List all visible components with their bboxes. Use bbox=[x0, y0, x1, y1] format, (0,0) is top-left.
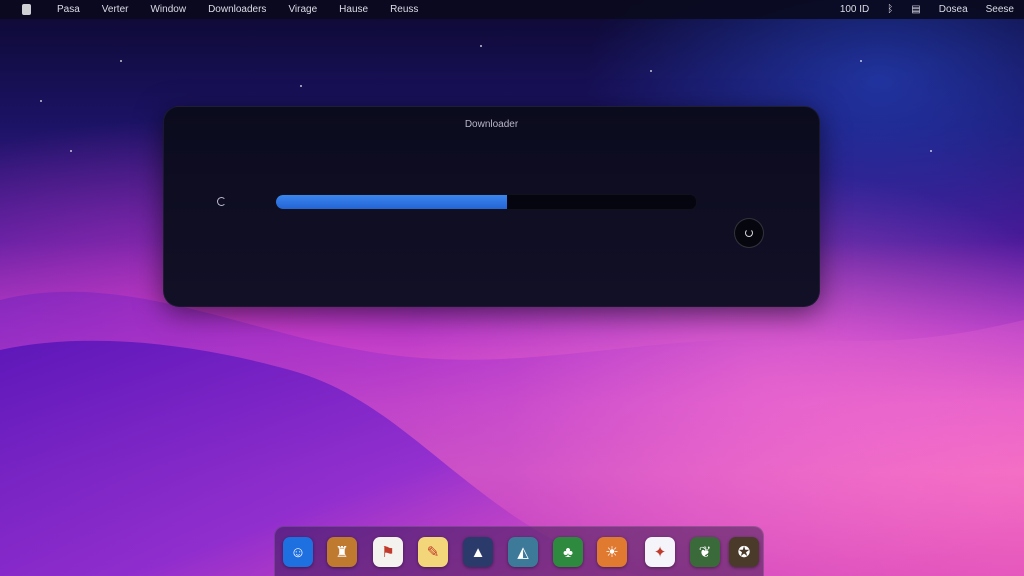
star bbox=[300, 85, 302, 87]
menu-item-hause[interactable]: Hause bbox=[339, 4, 368, 15]
menu-item-downloaders[interactable]: Downloaders bbox=[208, 4, 266, 15]
menu-item-verter[interactable]: Verter bbox=[102, 4, 129, 15]
stop-icon bbox=[745, 229, 753, 237]
status-area: 100 ID ᛒ ▤ Dosea Seese bbox=[840, 4, 1014, 15]
pencil-icon-glyph: ✎ bbox=[426, 544, 440, 561]
game-icon[interactable]: ♜ bbox=[327, 537, 357, 567]
download-progress-bar bbox=[275, 194, 697, 210]
pencil-icon[interactable]: ✎ bbox=[418, 537, 448, 567]
bluetooth-icon[interactable]: ᛒ bbox=[887, 4, 893, 15]
star bbox=[40, 100, 42, 102]
star bbox=[860, 60, 862, 62]
garden-icon-glyph: ♣ bbox=[563, 543, 573, 561]
photo-icon[interactable]: ▲ bbox=[463, 537, 493, 567]
dock: ☺ ♜ ⚑ ✎ ▲ ◭ ♣ ☀ ✦ ❦ ✪ bbox=[274, 526, 764, 576]
battery-status[interactable]: 100 ID bbox=[840, 4, 869, 15]
dragon-icon-glyph: ❦ bbox=[698, 544, 712, 561]
status-item-dosea[interactable]: Dosea bbox=[939, 4, 968, 15]
document-icon-glyph: ⚑ bbox=[381, 544, 395, 561]
star bbox=[70, 150, 72, 152]
finder-icon-glyph: ☺ bbox=[290, 543, 306, 561]
progress-fill bbox=[276, 195, 507, 209]
apple-icon[interactable] bbox=[22, 4, 31, 15]
menu-item-pasa[interactable]: Pasa bbox=[57, 4, 80, 15]
star bbox=[480, 45, 482, 47]
shield-icon-glyph: ✪ bbox=[737, 544, 751, 561]
bird-icon[interactable]: ✦ bbox=[645, 537, 675, 567]
menu-bar: Pasa Verter Window Downloaders Virage Ha… bbox=[0, 0, 1024, 19]
game-icon-glyph: ♜ bbox=[335, 544, 349, 561]
garden-icon[interactable]: ♣ bbox=[553, 537, 583, 567]
star bbox=[650, 70, 652, 72]
star bbox=[120, 60, 122, 62]
mountain-icon[interactable]: ◭ bbox=[508, 537, 538, 567]
file-icon[interactable]: ▤ bbox=[911, 4, 920, 15]
download-hud-panel: Downloader bbox=[163, 106, 820, 307]
status-item-seese[interactable]: Seese bbox=[986, 4, 1014, 15]
sunset-icon-glyph: ☀ bbox=[605, 544, 619, 561]
photo-icon-glyph: ▲ bbox=[470, 543, 486, 561]
bird-icon-glyph: ✦ bbox=[653, 544, 667, 561]
star bbox=[930, 150, 932, 152]
hud-title: Downloader bbox=[464, 119, 519, 130]
finder-icon[interactable]: ☺ bbox=[283, 537, 313, 567]
dragon-icon[interactable]: ❦ bbox=[690, 537, 720, 567]
menu-item-window[interactable]: Window bbox=[150, 4, 186, 15]
sunset-icon[interactable]: ☀ bbox=[597, 537, 627, 567]
document-icon[interactable]: ⚑ bbox=[373, 537, 403, 567]
spinner-icon bbox=[217, 197, 226, 206]
mountain-icon-glyph: ◭ bbox=[517, 544, 529, 561]
menu-item-reuss[interactable]: Reuss bbox=[390, 4, 418, 15]
stop-button[interactable] bbox=[734, 218, 764, 248]
shield-icon[interactable]: ✪ bbox=[729, 537, 759, 567]
menu-item-virage[interactable]: Virage bbox=[288, 4, 317, 15]
